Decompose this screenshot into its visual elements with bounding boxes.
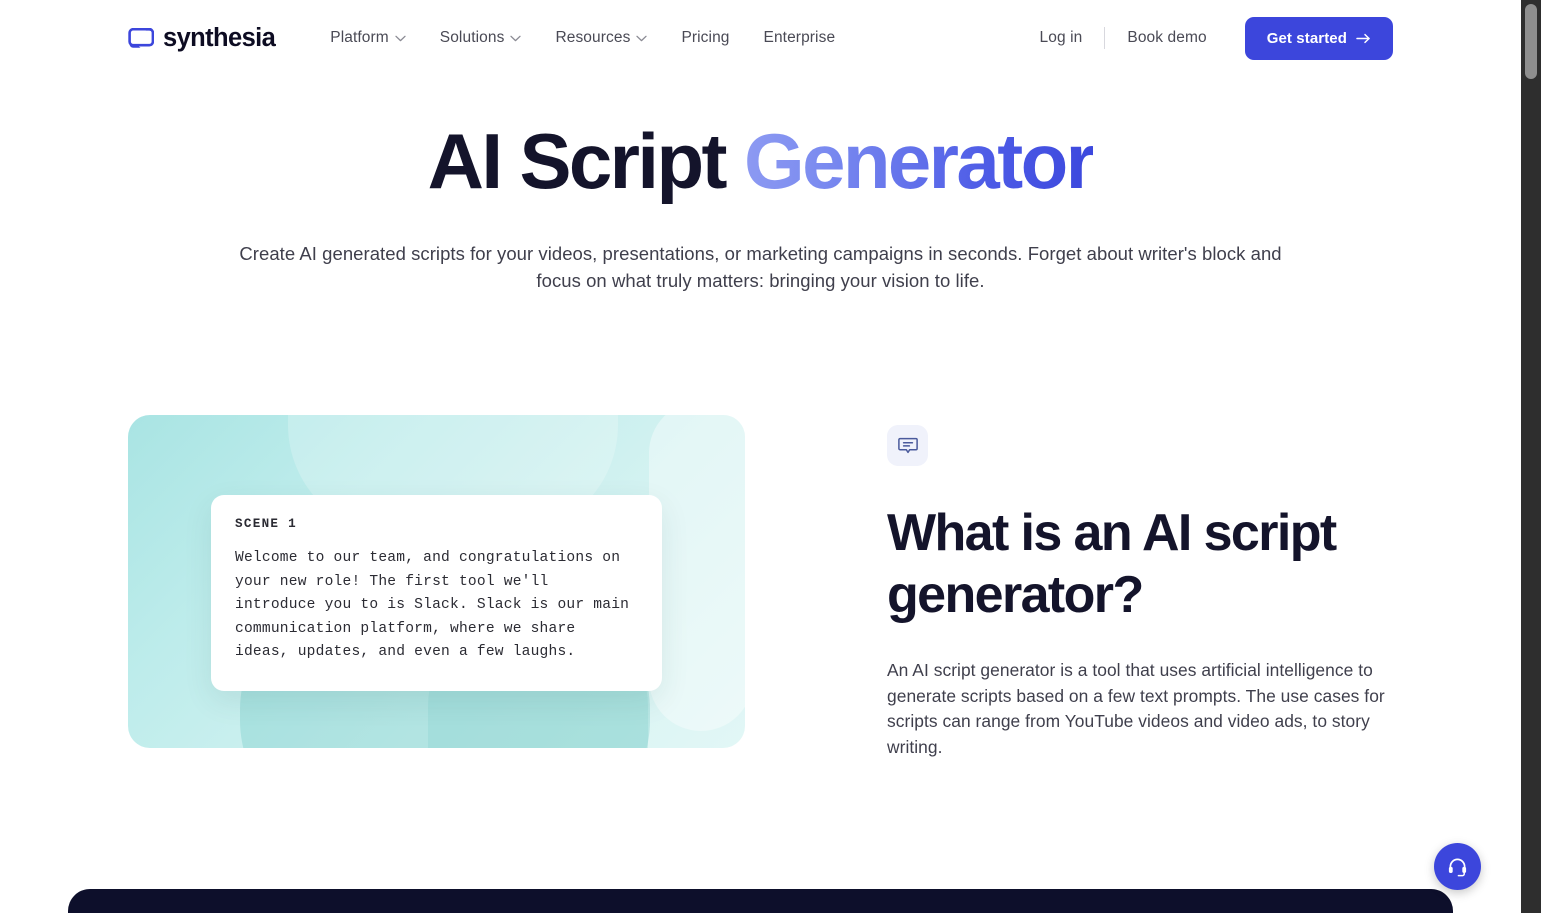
script-preview-card: SCENE 1 Welcome to our team, and congrat…	[128, 415, 745, 748]
dark-footer-band	[68, 889, 1453, 913]
scrollbar-thumb[interactable]	[1525, 4, 1537, 79]
arrow-right-icon	[1356, 33, 1371, 44]
section-heading: What is an AI script generator?	[887, 504, 1337, 624]
brand-logo-link[interactable]: synthesia	[128, 23, 276, 53]
speech-bubble-icon	[887, 425, 928, 466]
nav-item-resources[interactable]: Resources	[538, 21, 664, 55]
nav-item-solutions-label: Solutions	[439, 29, 505, 46]
nav-item-pricing[interactable]: Pricing	[664, 21, 746, 55]
chevron-down-icon	[395, 35, 406, 42]
headset-icon	[1446, 855, 1469, 878]
synthesia-logo-icon	[128, 28, 154, 48]
get-started-button[interactable]: Get started	[1244, 16, 1393, 60]
book-demo-link[interactable]: Book demo	[1107, 21, 1226, 55]
scene-label: SCENE 1	[235, 517, 298, 531]
page-title-main: AI Script	[427, 117, 744, 205]
nav-item-platform[interactable]: Platform	[313, 21, 423, 55]
header-actions: Log in Book demo Get started	[1020, 16, 1393, 60]
nav-item-solutions[interactable]: Solutions	[423, 21, 539, 55]
nav-item-platform-label: Platform	[330, 29, 389, 46]
page-title: AI Script Generator	[120, 118, 1401, 204]
main-nav: Platform Solutions Resources Pricing Ent…	[313, 21, 852, 55]
decorative-blob-right	[649, 415, 745, 731]
scene-text: Welcome to our team, and congratulations…	[235, 550, 639, 661]
hero-section: AI Script Generator Create AI generated …	[0, 118, 1521, 294]
site-header: synthesia Platform Solutions Resources P…	[0, 0, 1521, 76]
login-link[interactable]: Log in	[1020, 21, 1103, 55]
page-viewport: synthesia Platform Solutions Resources P…	[0, 0, 1521, 913]
page-scrollbar[interactable]	[1521, 0, 1541, 913]
chevron-down-icon	[510, 35, 522, 42]
section-body-text: An AI script generator is a tool that us…	[887, 660, 1385, 757]
get-started-label: Get started	[1266, 29, 1347, 47]
scene-script-card: SCENE 1 Welcome to our team, and congrat…	[211, 495, 662, 691]
header-divider	[1104, 27, 1106, 49]
support-chat-button[interactable]	[1434, 843, 1481, 890]
hero-subtitle: Create AI generated scripts for your vid…	[239, 243, 1282, 291]
nav-item-enterprise-label: Enterprise	[763, 29, 836, 46]
nav-item-resources-label: Resources	[555, 29, 631, 46]
nav-item-enterprise[interactable]: Enterprise	[747, 21, 853, 55]
nav-item-pricing-label: Pricing	[681, 29, 730, 46]
brand-name: synthesia	[163, 23, 276, 52]
chevron-down-icon	[636, 35, 648, 42]
what-is-section: SCENE 1 Welcome to our team, and congrat…	[128, 415, 1393, 760]
feature-text-column: What is an AI script generator? An AI sc…	[887, 415, 1393, 760]
page-title-accent: Generator	[744, 117, 1096, 205]
